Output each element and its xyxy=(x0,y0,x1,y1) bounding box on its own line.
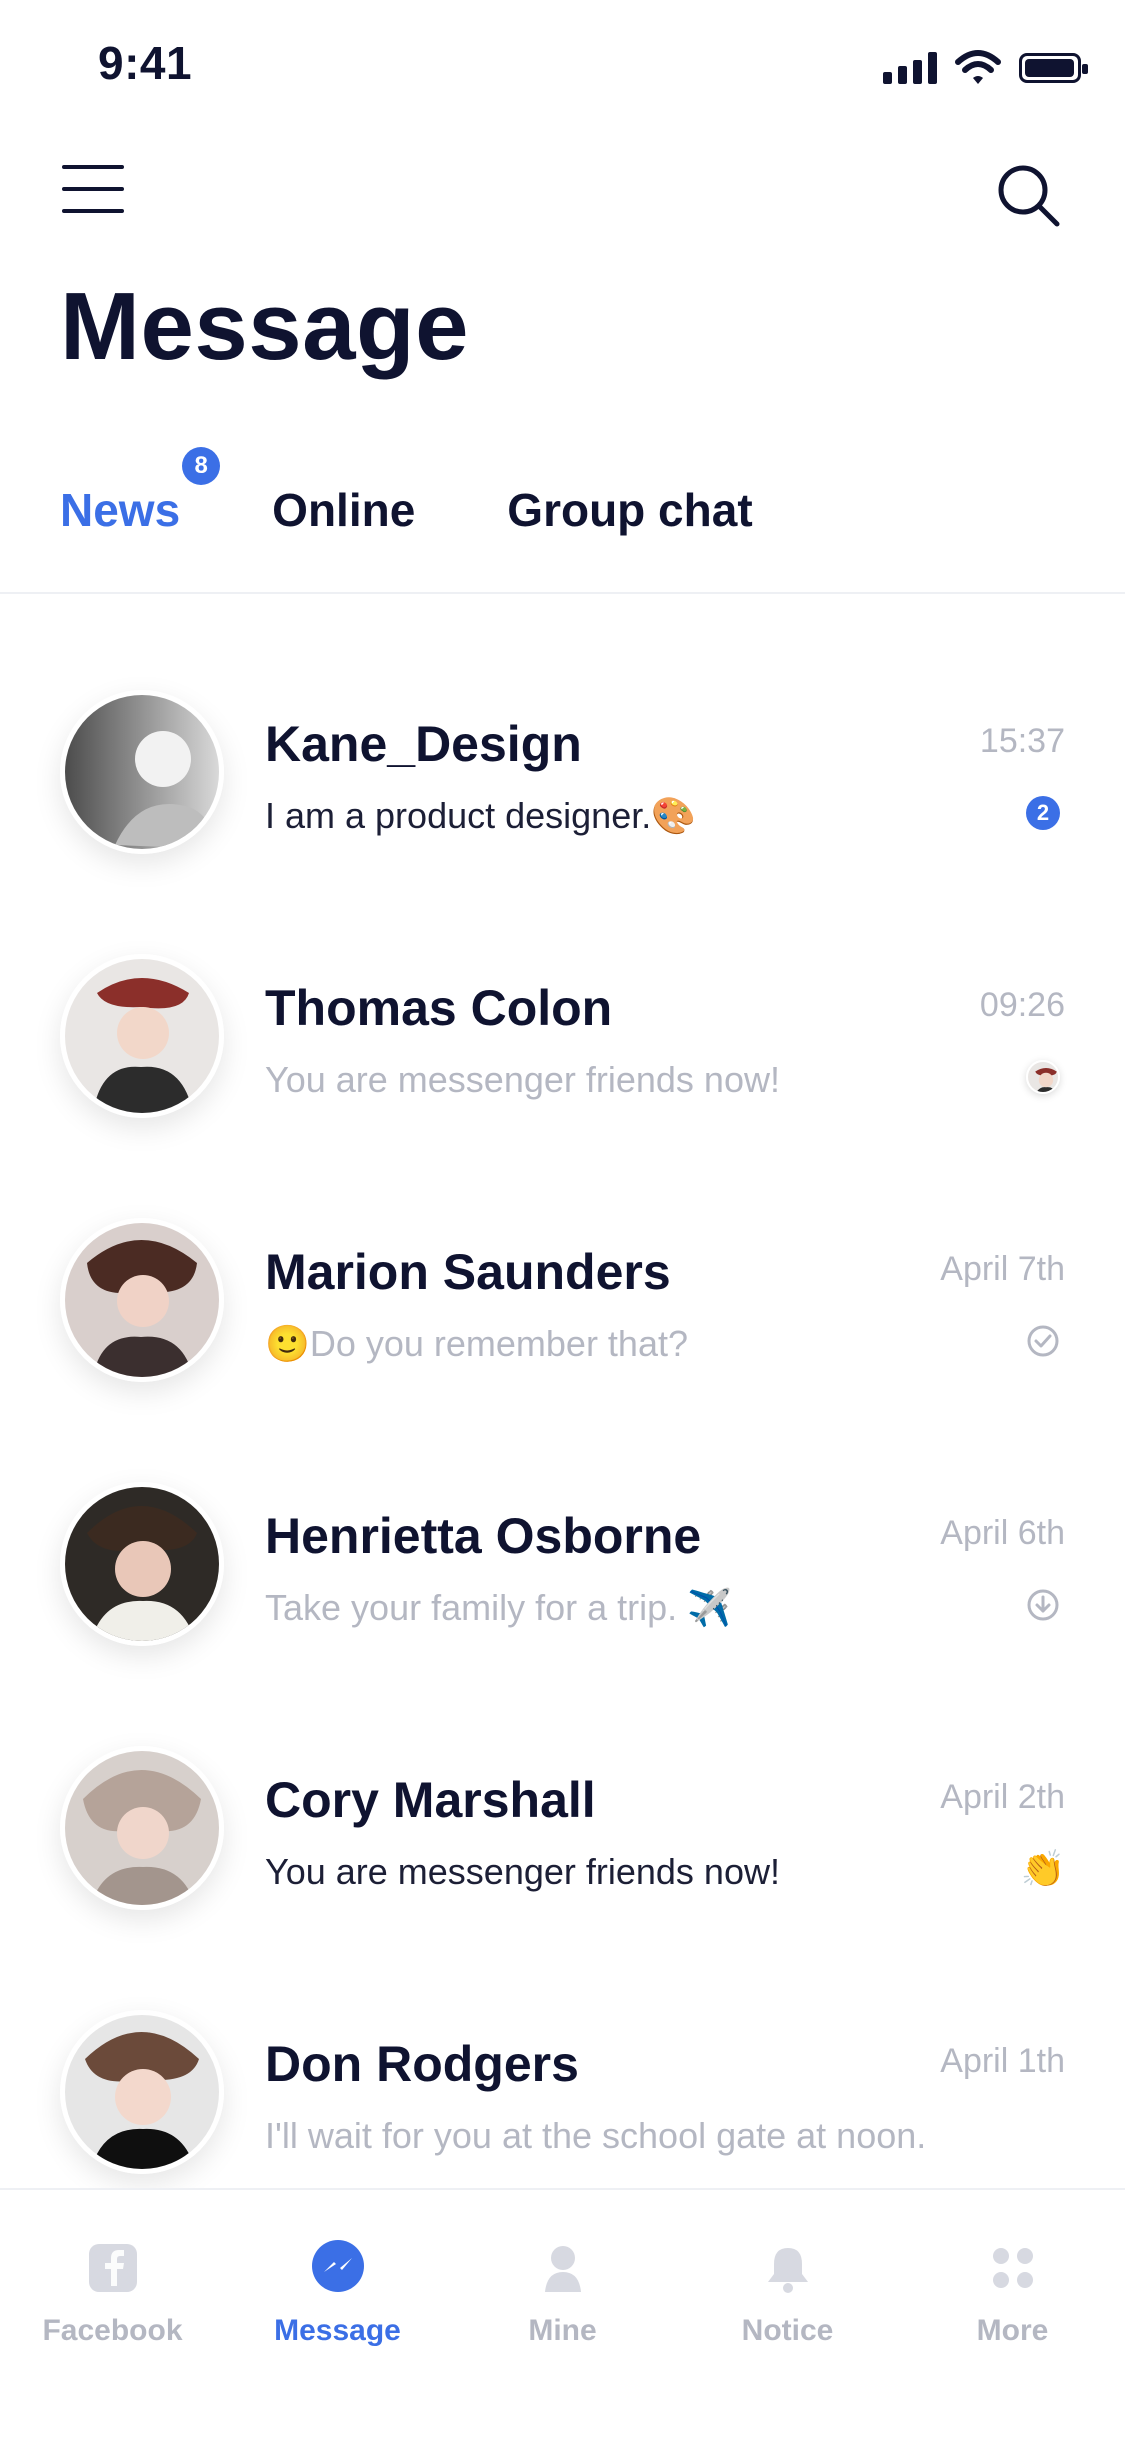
menu-line xyxy=(62,165,124,169)
tab-group-chat-label: Group chat xyxy=(507,484,753,536)
message-preview: 🙂Do you remember that? xyxy=(265,1323,688,1364)
menu-button[interactable] xyxy=(62,165,124,213)
menu-line xyxy=(62,209,124,213)
message-time: 15:37 xyxy=(979,722,1065,760)
news-badge: 8 xyxy=(182,447,221,485)
search-icon xyxy=(998,165,1060,227)
message-preview: I'll wait for you at the school gate at … xyxy=(265,2115,927,2156)
nav-more[interactable]: More xyxy=(900,2220,1125,2370)
contact-name: Henrietta Osborne xyxy=(265,1508,702,1564)
nav-label: Facebook xyxy=(42,2314,183,2347)
tiny-avatar xyxy=(1026,1060,1060,1094)
avatar-image xyxy=(65,1223,219,1377)
tab-online-label: Online xyxy=(272,484,416,536)
nav-label: Notice xyxy=(741,2314,834,2347)
nav-message[interactable]: Message xyxy=(225,2220,450,2370)
tab-news[interactable]: News 8 xyxy=(60,447,221,537)
contact-name: Cory Marshall xyxy=(265,1772,596,1828)
status-icon xyxy=(1021,1583,1065,1627)
unread-count-badge: 2 xyxy=(1026,796,1060,830)
nav-label: More xyxy=(976,2314,1049,2347)
status-icons xyxy=(883,48,1088,88)
conversation-list: Kane_Design 15:37 I am a product designe… xyxy=(0,640,1125,2224)
conversation-row[interactable]: Cory Marshall April 2th You are messenge… xyxy=(0,1696,1125,1960)
bottom-tab-bar: Facebook Message Mine Notice More xyxy=(0,2188,1125,2438)
conversation-row[interactable]: Henrietta Osborne April 6th Take your fa… xyxy=(0,1432,1125,1696)
avatar xyxy=(60,1482,224,1646)
page-title: Message xyxy=(60,273,470,380)
message-time: April 7th xyxy=(940,1250,1065,1288)
contact-name: Don Rodgers xyxy=(265,2036,579,2092)
avatar xyxy=(60,690,224,854)
avatar xyxy=(60,954,224,1118)
avatar xyxy=(60,2010,224,2174)
nav-notice[interactable]: Notice xyxy=(675,2220,900,2370)
read-by-avatar xyxy=(1021,1055,1065,1099)
message-preview: You are messenger friends now! xyxy=(265,1851,780,1892)
nav-mine[interactable]: Mine xyxy=(450,2220,675,2370)
message-time: 09:26 xyxy=(979,986,1065,1024)
avatar-image xyxy=(65,959,219,1113)
message-preview: You are messenger friends now! xyxy=(265,1059,780,1100)
nav-label: Message xyxy=(274,2314,401,2347)
conversation-row[interactable]: Don Rodgers April 1th I'll wait for you … xyxy=(0,1960,1125,2224)
avatar-image xyxy=(65,2015,219,2169)
message-time: April 6th xyxy=(940,1514,1065,1552)
status-time: 9:41 xyxy=(98,37,193,89)
conversation-row[interactable]: Kane_Design 15:37 I am a product designe… xyxy=(0,640,1125,904)
status-bar: 9:41 xyxy=(0,0,1125,140)
grid-icon xyxy=(983,2238,1043,2298)
tab-news-label: News xyxy=(60,484,181,536)
tabs-divider xyxy=(0,592,1125,594)
facebook-icon xyxy=(83,2238,143,2298)
contact-name: Marion Saunders xyxy=(265,1244,671,1300)
cellular-signal-icon xyxy=(883,52,937,84)
bell-icon xyxy=(758,2238,818,2298)
conversation-row[interactable]: Marion Saunders April 7th 🙂Do you rememb… xyxy=(0,1168,1125,1432)
nav-facebook[interactable]: Facebook xyxy=(0,2220,225,2370)
wifi-icon xyxy=(955,50,1001,84)
message-preview: Take your family for a trip. ✈️ xyxy=(265,1587,732,1628)
unread-indicator: 2 xyxy=(1021,791,1065,835)
avatar xyxy=(60,1218,224,1382)
tiny-avatar-image xyxy=(1028,1062,1058,1092)
reaction-emoji: 👏 xyxy=(1020,1847,1066,1891)
status-icon xyxy=(1021,1319,1065,1363)
message-time: April 2th xyxy=(940,1778,1065,1816)
contact-name: Thomas Colon xyxy=(265,980,613,1036)
avatar-image xyxy=(65,1751,219,1905)
search-button[interactable] xyxy=(993,160,1063,230)
avatar-image xyxy=(65,695,219,849)
message-tabs: News 8 Online Group chat xyxy=(60,447,753,550)
messenger-icon xyxy=(308,2238,368,2298)
battery-icon xyxy=(1019,53,1088,83)
menu-line xyxy=(62,187,124,191)
tab-online[interactable]: Online xyxy=(272,483,415,537)
avatar-image xyxy=(65,1487,219,1641)
clap-emoji: 👏 xyxy=(1020,1848,1066,1889)
user-icon xyxy=(533,2238,593,2298)
tab-group-chat[interactable]: Group chat xyxy=(507,483,752,537)
avatar xyxy=(60,1746,224,1910)
nav-label: Mine xyxy=(528,2314,597,2347)
contact-name: Kane_Design xyxy=(265,716,582,772)
check-circle-icon xyxy=(1027,1325,1059,1357)
conversation-row[interactable]: Thomas Colon 09:26 You are messenger fri… xyxy=(0,904,1125,1168)
message-preview: I am a product designer.🎨 xyxy=(265,795,697,836)
message-time: April 1th xyxy=(940,2042,1065,2080)
download-circle-icon xyxy=(1027,1589,1059,1621)
